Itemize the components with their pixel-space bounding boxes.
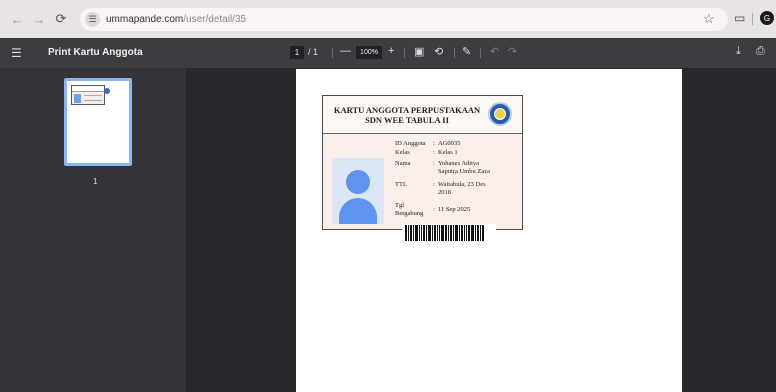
profile-initial: G (763, 13, 771, 23)
bookmark-star-icon[interactable]: ☆ (703, 11, 715, 27)
card-body: ID Anggota: AG0035 Kelas: Kelas 1 Nama: Yoh… (323, 134, 522, 229)
zoom-out-icon[interactable]: — (340, 45, 351, 57)
field-label: ID Anggota (395, 140, 426, 147)
zoom-input[interactable]: 100% (356, 46, 382, 59)
field-value: Yohanes Aditya Saputra Umbu Zaza (438, 160, 490, 175)
thumbnail-card-preview (71, 85, 110, 105)
back-arrow-icon[interactable]: ← (8, 10, 26, 28)
card-title-line2: SDN WEE TABULA II (365, 115, 449, 125)
redo-icon[interactable]: ↷ (508, 45, 517, 58)
card-title: KARTU ANGGOTA PERPUSTAKAAN SDN WEE TABUL… (327, 105, 487, 125)
avatar-body-icon (339, 198, 377, 224)
card-title-line1: KARTU ANGGOTA PERPUSTAKAAN (333, 105, 481, 115)
avatar-head-icon (346, 170, 370, 194)
card-header: KARTU ANGGOTA PERPUSTAKAAN SDN WEE TABUL… (323, 96, 522, 134)
toolbar-divider (480, 48, 481, 58)
member-photo-placeholder (332, 158, 384, 224)
school-logo-icon (488, 102, 512, 126)
field-ttl: TTL: Waitabula, 23 Des 2018 (395, 181, 496, 196)
toolbar-divider (332, 48, 333, 58)
download-icon[interactable]: ⤓ (736, 45, 741, 58)
reload-icon[interactable]: ⟳ (52, 10, 70, 28)
rotate-icon[interactable]: ⟲ (434, 45, 443, 58)
page-number-input[interactable]: 1 (290, 46, 304, 59)
field-value: 11 Sep 2025 (438, 206, 471, 213)
address-bar[interactable]: ☰ ummapande.com/user/detail/35 (80, 8, 728, 31)
zoom-in-icon[interactable]: + (388, 45, 394, 57)
field-nama: Nama: Yohanes Aditya Saputra Umbu Zaza (395, 160, 496, 175)
url-path: /user/detail/35 (183, 14, 247, 25)
extensions-icon[interactable]: ▭ (734, 11, 745, 25)
field-value: Waitabula, 23 Des 2018 (438, 181, 486, 196)
document-title: Print Kartu Anggota (48, 47, 143, 58)
fit-page-icon[interactable]: ▣ (414, 45, 424, 58)
page-total: / 1 (308, 47, 319, 57)
print-icon[interactable]: ⎙ (756, 45, 765, 58)
field-value: AG0035 (438, 140, 461, 147)
barcode (402, 224, 496, 242)
profile-avatar[interactable]: G (760, 11, 774, 25)
field-value: Kelas 1 (438, 149, 458, 156)
annotate-icon[interactable]: ✎ (462, 45, 471, 58)
forward-arrow-icon[interactable]: → (30, 10, 48, 28)
url-text[interactable]: ummapande.com/user/detail/35 (106, 14, 246, 25)
field-label: Kelas (395, 149, 410, 156)
pdf-viewer: KARTU ANGGOTA PERPUSTAKAAN SDN WEE TABUL… (186, 68, 776, 392)
menu-icon[interactable]: ☰ (11, 46, 22, 60)
field-label: TTL (395, 181, 407, 188)
browser-toolbar: ← → ⟳ ☰ ummapande.com/user/detail/35 ☆ ▭… (0, 0, 776, 38)
page-thumbnail[interactable] (64, 78, 132, 166)
url-host: ummapande.com (106, 14, 184, 25)
toolbar-divider (404, 48, 405, 58)
site-info-icon[interactable]: ☰ (85, 12, 100, 27)
field-tgl-bergabung: Tgl Bergabung:11 Sep 2025 (395, 202, 518, 217)
toolbar-divider (454, 48, 455, 58)
field-kelas: Kelas: Kelas 1 (395, 149, 518, 157)
pdf-toolbar: ☰ Print Kartu Anggota 1 / 1 — 100% + ▣ ⟲… (0, 38, 776, 68)
field-label: Tgl Bergabung (395, 202, 424, 217)
undo-icon[interactable]: ↶ (490, 45, 499, 58)
field-id-anggota: ID Anggota: AG0035 (395, 140, 518, 148)
field-label: Nama (395, 160, 411, 167)
thumbnail-sidebar: 1 (0, 68, 186, 392)
toolbar-divider (752, 13, 753, 25)
thumbnail-page-number: 1 (93, 177, 98, 186)
pdf-page: KARTU ANGGOTA PERPUSTAKAAN SDN WEE TABUL… (296, 69, 682, 392)
member-card: KARTU ANGGOTA PERPUSTAKAAN SDN WEE TABUL… (322, 95, 523, 230)
